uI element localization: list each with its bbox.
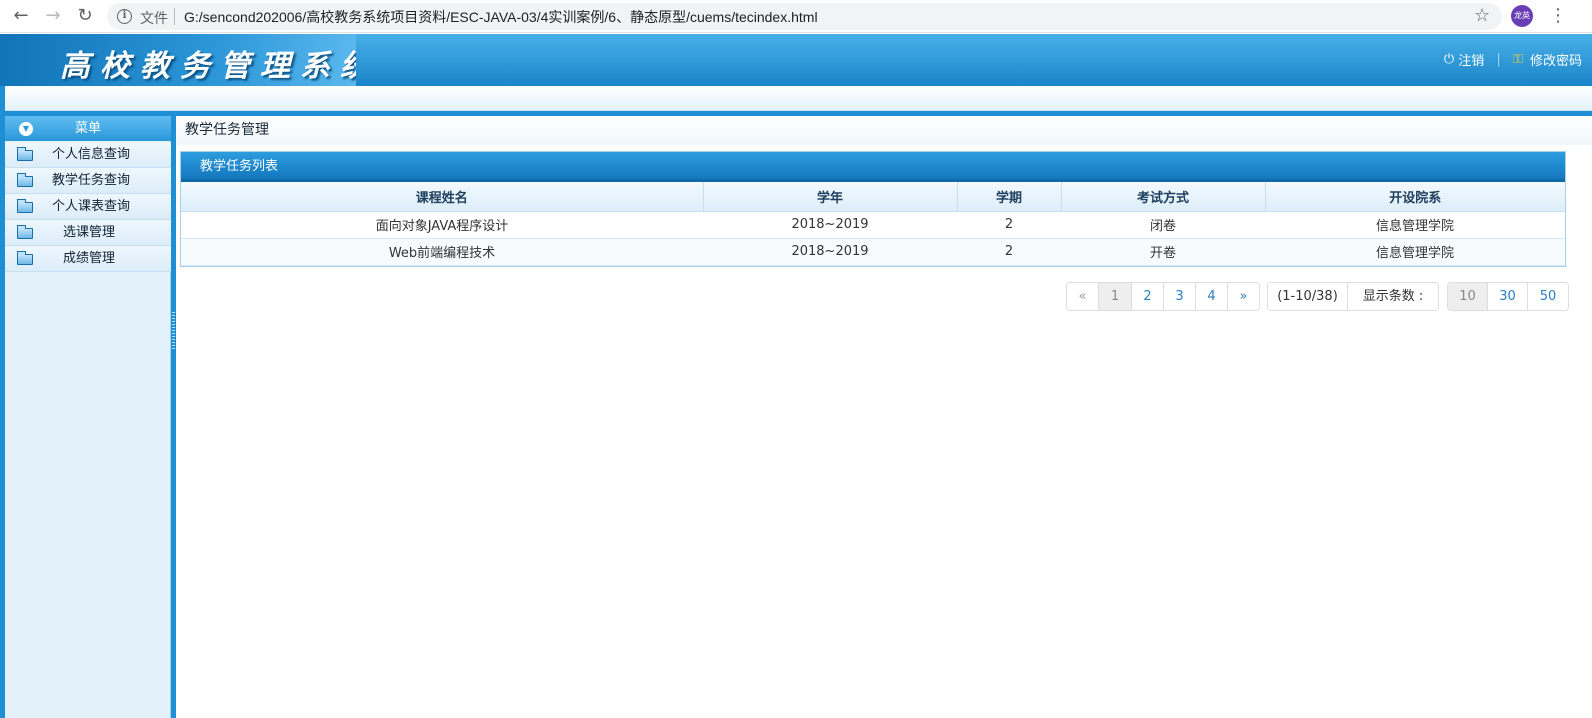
power-icon: ⏻ [1443,52,1455,67]
app-logo-title: 高校教务管理系统 [60,49,356,84]
info-icon[interactable]: i [117,9,132,24]
header-separator: | [1496,52,1501,67]
column-header-year[interactable]: 学年 [703,182,958,212]
sidebar-item-label: 选课管理 [63,225,116,240]
sidebar-item-label: 成绩管理 [63,251,116,266]
sidebar-header[interactable]: ▼ 菜单 [5,116,171,141]
sidebar-item-teaching-tasks[interactable]: 教学任务查询 [5,168,171,194]
browser-toolbar: ← → ↻ i 文件 G:/sencond202006/高校教务系统项目资料/E… [0,0,1592,33]
reload-icon[interactable]: ↻ [74,5,96,27]
cell-term: 2 [957,238,1061,266]
sidebar-title: 菜单 [74,121,101,136]
sidebar-item-personal-info[interactable]: 个人信息查询 [5,142,171,168]
cell-course: Web前端编程技术 [181,238,703,266]
task-table: 课程姓名 学年 学期 考试方式 开设院系 面向对象JAVA程序设计 2018~2… [181,182,1565,266]
logo-banner: 高校教务管理系统 [0,34,356,86]
page-button-1[interactable]: 1 [1099,283,1132,310]
browser-menu-icon[interactable]: ⋮ [1549,5,1567,27]
next-page-button[interactable]: » [1228,283,1259,310]
sidebar-item-label: 个人信息查询 [52,147,131,162]
page-size-label: 显示条数 : [1348,283,1438,310]
page-range-text: (1-10/38) [1268,283,1348,310]
header-sub-band [5,86,1592,111]
page-size-selector: 10 30 50 [1447,282,1569,311]
forward-arrow-icon[interactable]: → [42,5,64,27]
page-button-3[interactable]: 3 [1164,283,1196,310]
sidebar-item-label: 教学任务查询 [52,173,131,188]
change-password-link[interactable]: 修改密码 [1530,50,1582,69]
sidebar: ▼ 菜单 个人信息查询 教学任务查询 个人课表查询 选课管理 成绩管理 [5,116,171,718]
sidebar-item-timetable[interactable]: 个人课表查询 [5,194,171,220]
page-info: (1-10/38) 显示条数 : [1267,282,1439,311]
panel-title: 教学任务列表 [181,152,1565,182]
table-row[interactable]: Web前端编程技术 2018~2019 2 开卷 信息管理学院 [181,238,1565,266]
sidebar-item-course-selection[interactable]: 选课管理 [5,220,171,246]
collapse-chevron-icon[interactable]: ▼ [19,122,33,136]
file-scheme-label: 文件 [140,11,168,27]
sidebar-item-label: 个人课表查询 [52,199,131,214]
app-header: 高校教务管理系统 ⏻ 注销 | ⚿ 修改密码 [0,34,1592,86]
splitter-grip-icon[interactable] [172,312,175,350]
profile-avatar[interactable]: 龙英 [1511,5,1533,27]
page-title: 教学任务管理 [176,116,1592,145]
cell-department: 信息管理学院 [1265,211,1565,239]
page-size-10-button[interactable]: 10 [1448,283,1488,310]
sidebar-item-grades[interactable]: 成绩管理 [5,246,171,272]
cell-term: 2 [957,211,1061,239]
cell-course: 面向对象JAVA程序设计 [181,211,703,239]
url-separator [174,8,175,25]
folder-icon [17,147,33,161]
column-header-department[interactable]: 开设院系 [1265,182,1565,212]
page-nav: « 1 2 3 4 » [1066,282,1260,311]
task-list-panel: 教学任务列表 课程姓名 学年 学期 考试方式 开设院系 面向对象JAVA程序设计… [180,151,1566,267]
column-header-term[interactable]: 学期 [957,182,1062,212]
column-header-course[interactable]: 课程姓名 [181,182,704,212]
key-icon: ⚿ [1512,52,1523,67]
folder-icon [17,251,33,265]
logout-link[interactable]: 注销 [1458,50,1484,69]
bookmark-star-icon[interactable]: ☆ [1474,5,1490,27]
folder-icon [17,173,33,187]
page-button-2[interactable]: 2 [1132,283,1164,310]
back-arrow-icon[interactable]: ← [10,5,32,27]
cell-year: 2018~2019 [703,238,957,266]
cell-exam-type: 闭卷 [1061,211,1265,239]
prev-page-button[interactable]: « [1067,283,1099,310]
cell-department: 信息管理学院 [1265,238,1565,266]
column-header-exam-type[interactable]: 考试方式 [1061,182,1266,212]
header-links: ⏻ 注销 | ⚿ 修改密码 [1444,50,1582,69]
table-row[interactable]: 面向对象JAVA程序设计 2018~2019 2 闭卷 信息管理学院 [181,211,1565,239]
page-size-30-button[interactable]: 30 [1488,283,1528,310]
main-content: 教学任务管理 教学任务列表 课程姓名 学年 学期 考试方式 开设院系 面向对象J… [176,116,1592,718]
cell-exam-type: 开卷 [1061,238,1265,266]
folder-icon [17,199,33,213]
cell-year: 2018~2019 [703,211,957,239]
table-header-row: 课程姓名 学年 学期 考试方式 开设院系 [181,182,1565,212]
folder-icon [17,225,33,239]
address-bar[interactable]: i 文件 G:/sencond202006/高校教务系统项目资料/ESC-JAV… [107,3,1502,30]
url-text[interactable]: G:/sencond202006/高校教务系统项目资料/ESC-JAVA-03/… [184,7,818,27]
page-size-50-button[interactable]: 50 [1528,283,1568,310]
page-button-4[interactable]: 4 [1196,283,1228,310]
